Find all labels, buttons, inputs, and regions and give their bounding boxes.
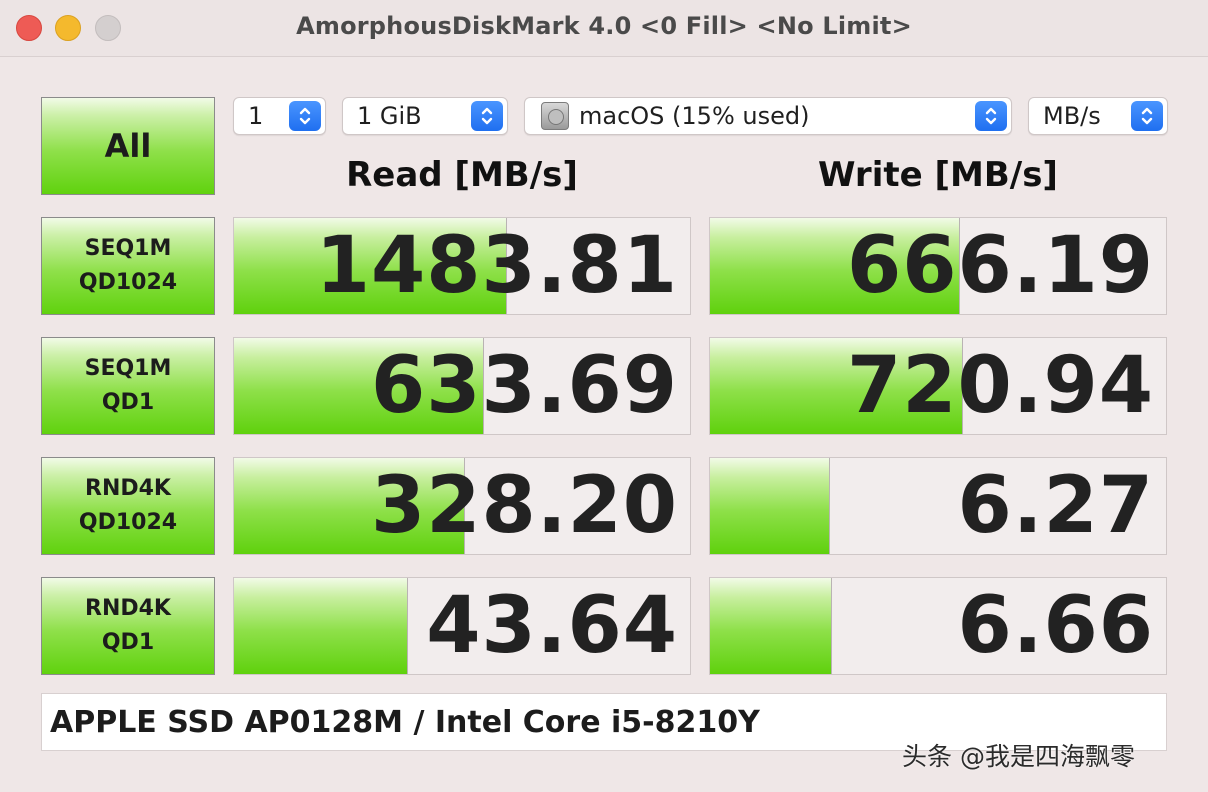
run-all-label: All [104, 127, 152, 165]
test-button-seq1m-qd1024[interactable]: SEQ1M QD1024 [41, 217, 215, 315]
unit-select[interactable]: MB/s [1028, 97, 1168, 135]
watermark: 头条 @我是四海飘零 [902, 742, 1135, 771]
chevron-up-down-icon [1131, 101, 1163, 131]
write-value: 6.27 [957, 461, 1154, 551]
test-button-seq1m-qd1[interactable]: SEQ1M QD1 [41, 337, 215, 435]
device-info-text: APPLE SSD AP0128M / Intel Core i5-8210Y [50, 704, 760, 740]
test-label-line1: RND4K [85, 596, 171, 621]
read-result-seq1m-qd1024: 1483.81 [233, 217, 691, 315]
write-result-seq1m-qd1: 720.94 [709, 337, 1167, 435]
test-label-line2: QD1 [101, 630, 155, 655]
write-result-seq1m-qd1024: 666.19 [709, 217, 1167, 315]
test-count-select[interactable]: 1 [233, 97, 326, 135]
read-result-seq1m-qd1: 633.69 [233, 337, 691, 435]
run-all-button[interactable]: All [41, 97, 215, 195]
read-value: 633.69 [371, 341, 678, 431]
test-button-rnd4k-qd1024[interactable]: RND4K QD1024 [41, 457, 215, 555]
read-column-header: Read [MB/s] [346, 155, 578, 195]
unit-value: MB/s [1043, 102, 1101, 130]
write-bar [710, 578, 832, 674]
chevron-up-down-icon [975, 101, 1007, 131]
read-bar [234, 578, 409, 674]
disk-drive-icon [541, 102, 569, 130]
test-label-line1: SEQ1M [84, 236, 172, 261]
write-bar [710, 458, 830, 554]
test-label-line2: QD1024 [78, 270, 178, 295]
window-title: AmorphousDiskMark 4.0 <0 Fill> <No Limit… [296, 12, 912, 40]
read-result-rnd4k-qd1: 43.64 [233, 577, 691, 675]
title-bar: AmorphousDiskMark 4.0 <0 Fill> <No Limit… [0, 0, 1208, 57]
write-column-header: Write [MB/s] [818, 155, 1058, 195]
volume-value: macOS (15% used) [579, 102, 810, 130]
volume-select[interactable]: macOS (15% used) [524, 97, 1012, 135]
read-value: 43.64 [426, 581, 678, 671]
chevron-up-down-icon [471, 101, 503, 131]
test-label-line1: RND4K [85, 476, 171, 501]
write-value: 666.19 [847, 221, 1154, 311]
test-label-line1: SEQ1M [84, 356, 172, 381]
write-value: 6.66 [957, 581, 1154, 671]
test-button-rnd4k-qd1[interactable]: RND4K QD1 [41, 577, 215, 675]
read-value: 328.20 [371, 461, 678, 551]
write-result-rnd4k-qd1024: 6.27 [709, 457, 1167, 555]
test-label-line2: QD1 [101, 390, 155, 415]
test-size-value: 1 GiB [357, 102, 422, 130]
chevron-up-down-icon [289, 101, 321, 131]
read-result-rnd4k-qd1024: 328.20 [233, 457, 691, 555]
test-count-value: 1 [248, 102, 264, 130]
write-value: 720.94 [847, 341, 1154, 431]
test-size-select[interactable]: 1 GiB [342, 97, 508, 135]
read-value: 1483.81 [315, 221, 678, 311]
test-label-line2: QD1024 [78, 510, 178, 535]
write-result-rnd4k-qd1: 6.66 [709, 577, 1167, 675]
